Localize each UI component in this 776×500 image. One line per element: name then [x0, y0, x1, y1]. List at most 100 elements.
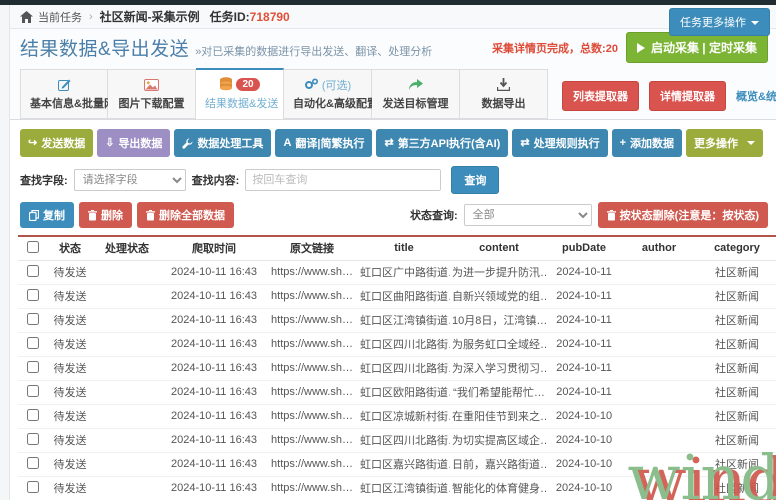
process-rule-button[interactable]: ⇄ 处理规则执行 [512, 129, 608, 157]
share-arrow-icon [408, 78, 423, 91]
content-cell: 智能化的体育健身… [450, 476, 548, 500]
column-header: content [450, 236, 548, 261]
pubdate-cell: 2024-10-10 [548, 452, 620, 477]
source-link-cell[interactable]: https://www.sh… [266, 428, 358, 453]
title-cell: 虹口区广中路街道… [358, 260, 450, 285]
row-checkbox[interactable] [27, 264, 39, 277]
title-cell: 虹口区四川北路街… [358, 428, 450, 453]
table-row[interactable]: 待发送 2024-10-11 16:43 https://www.sh… 虹口区… [18, 332, 776, 357]
delete-all-button[interactable]: 删除全部数据 [137, 202, 234, 228]
task-more-operations-button[interactable]: 任务更多操作 [669, 8, 770, 36]
row-checkbox[interactable] [27, 384, 39, 397]
status-select[interactable]: 全部 [463, 204, 592, 226]
row-select-cell [18, 452, 48, 477]
home-icon[interactable] [20, 10, 33, 23]
row-checkbox[interactable] [27, 360, 39, 373]
process-status-cell [92, 428, 162, 453]
source-link-cell[interactable]: https://www.sh… [266, 284, 358, 309]
tab-data-export[interactable]: 数据导出 [460, 69, 548, 119]
crawl-time-cell: 2024-10-11 16:43 [162, 356, 266, 381]
row-checkbox[interactable] [27, 312, 39, 325]
source-link-cell[interactable]: https://www.sh… [266, 380, 358, 405]
breadcrumb-label: 当前任务 [38, 11, 82, 24]
copy-button[interactable]: 复制 [20, 202, 74, 228]
category-cell: 社区新闻 [698, 380, 776, 405]
database-icon [219, 77, 233, 92]
send-data-button[interactable]: ↪ 发送数据 [20, 129, 94, 157]
process-status-cell [92, 476, 162, 500]
tab-image-download[interactable]: 图片下载配置 [108, 69, 196, 119]
detail-extractor-button[interactable]: 详情提取器 [649, 81, 726, 111]
table-row[interactable]: 待发送 2024-10-11 16:43 https://www.sh… 虹口区… [18, 476, 776, 500]
delete-button[interactable]: 删除 [79, 202, 132, 228]
row-checkbox[interactable] [27, 288, 39, 301]
tab-result-data[interactable]: 20 结果数据&发送 [196, 68, 284, 120]
source-link-cell[interactable]: https://www.sh… [266, 476, 358, 500]
more-operations-button[interactable]: 更多操作 [686, 129, 764, 157]
source-link-cell[interactable]: https://www.sh… [266, 404, 358, 429]
search-field-label: 查找字段: [20, 175, 68, 187]
row-checkbox[interactable] [27, 456, 39, 469]
query-button[interactable]: 查询 [451, 166, 500, 194]
row-checkbox[interactable] [27, 408, 39, 421]
third-party-api-button[interactable]: ⇄ 第三方API执行(含AI) [376, 129, 509, 157]
table-row[interactable]: 待发送 2024-10-11 16:43 https://www.sh… 虹口区… [18, 404, 776, 429]
source-link-cell[interactable]: https://www.sh… [266, 356, 358, 381]
row-select-cell [18, 260, 48, 285]
category-cell: 社区新闻 [698, 428, 776, 453]
row-checkbox[interactable] [27, 480, 39, 493]
delete-by-status-button[interactable]: 按状态删除(注意是：按状态) [597, 202, 768, 228]
chevron-down-icon [751, 21, 759, 26]
start-collect-button[interactable]: 启动采集 | 定时采集 [625, 32, 768, 63]
page-header: 结果数据&导出发送 »对已采集的数据进行导出发送、翻译、处理分析 采集详情页完成… [0, 29, 776, 66]
table-row[interactable]: 待发送 2024-10-11 16:43 https://www.sh… 虹口区… [18, 260, 776, 285]
crawl-time-cell: 2024-10-11 16:43 [162, 380, 266, 405]
crawl-time-cell: 2024-10-11 16:43 [162, 452, 266, 477]
tab-send-target[interactable]: 发送目标管理 [372, 69, 460, 119]
author-cell [620, 404, 698, 429]
task-id-value: 718790 [249, 10, 290, 24]
tab-automation-advanced[interactable]: (可选) 自动化&高级配置 [284, 69, 378, 119]
crawl-time-cell: 2024-10-11 16:43 [162, 428, 266, 453]
translate-button[interactable]: A 翻译|简繁执行 [275, 129, 373, 157]
table-row[interactable]: 待发送 2024-10-11 16:43 https://www.sh… 虹口区… [18, 428, 776, 453]
content-cell: 为进一步提升防汛… [450, 260, 548, 285]
pubdate-cell: 2024-10-10 [548, 404, 620, 429]
select-all-checkbox[interactable] [27, 240, 39, 253]
source-link-cell[interactable]: https://www.sh… [266, 260, 358, 285]
author-cell [620, 428, 698, 453]
swap-arrows-icon: ⇄ [384, 136, 394, 149]
table-row[interactable]: 待发送 2024-10-11 16:43 https://www.sh… 虹口区… [18, 356, 776, 381]
search-field-select[interactable]: 请选择字段 [73, 169, 186, 191]
source-link-cell[interactable]: https://www.sh… [266, 332, 358, 357]
table-row[interactable]: 待发送 2024-10-11 16:43 https://www.sh… 虹口区… [18, 308, 776, 333]
table-row[interactable]: 待发送 2024-10-11 16:43 https://www.sh… 虹口区… [18, 452, 776, 477]
author-cell [620, 332, 698, 357]
column-header: pubDate [548, 236, 620, 261]
tab-bar: 基本信息&批量网址 图片下载配置 20 结果数据&发送 (可选) 自动化&高级配… [0, 66, 776, 120]
add-data-button[interactable]: + 添加数据 [611, 129, 683, 157]
overview-stats-link[interactable]: 概览&统计 [736, 88, 776, 104]
process-status-cell [92, 260, 162, 285]
crawl-time-cell: 2024-10-11 16:43 [162, 476, 266, 500]
table-row[interactable]: 待发送 2024-10-11 16:43 https://www.sh… 虹口区… [18, 380, 776, 405]
tab-basic-info[interactable]: 基本信息&批量网址 [20, 69, 126, 119]
row-checkbox[interactable] [27, 432, 39, 445]
status-query-label: 状态查询: [410, 210, 458, 222]
row-select-cell [18, 404, 48, 429]
title-cell: 虹口区四川北路街… [358, 332, 450, 357]
list-extractor-button[interactable]: 列表提取器 [562, 81, 639, 111]
search-input[interactable] [245, 169, 442, 191]
export-data-button[interactable]: ⇩ 导出数据 [97, 129, 171, 157]
crawl-time-cell: 2024-10-11 16:43 [162, 308, 266, 333]
row-checkbox[interactable] [27, 336, 39, 349]
source-link-cell[interactable]: https://www.sh… [266, 308, 358, 333]
row-select-cell [18, 284, 48, 309]
data-process-tool-button[interactable]: 数据处理工具 [174, 129, 272, 157]
source-link-cell[interactable]: https://www.sh… [266, 452, 358, 477]
table-row[interactable]: 待发送 2024-10-11 16:43 https://www.sh… 虹口区… [18, 284, 776, 309]
table-header-row: 状态 处理状态 爬取时间 原文链接 title content pubDate author c… [18, 236, 776, 261]
category-cell: 社区新闻 [698, 404, 776, 429]
process-status-cell [92, 404, 162, 429]
pubdate-cell: 2024-10-10 [548, 476, 620, 500]
